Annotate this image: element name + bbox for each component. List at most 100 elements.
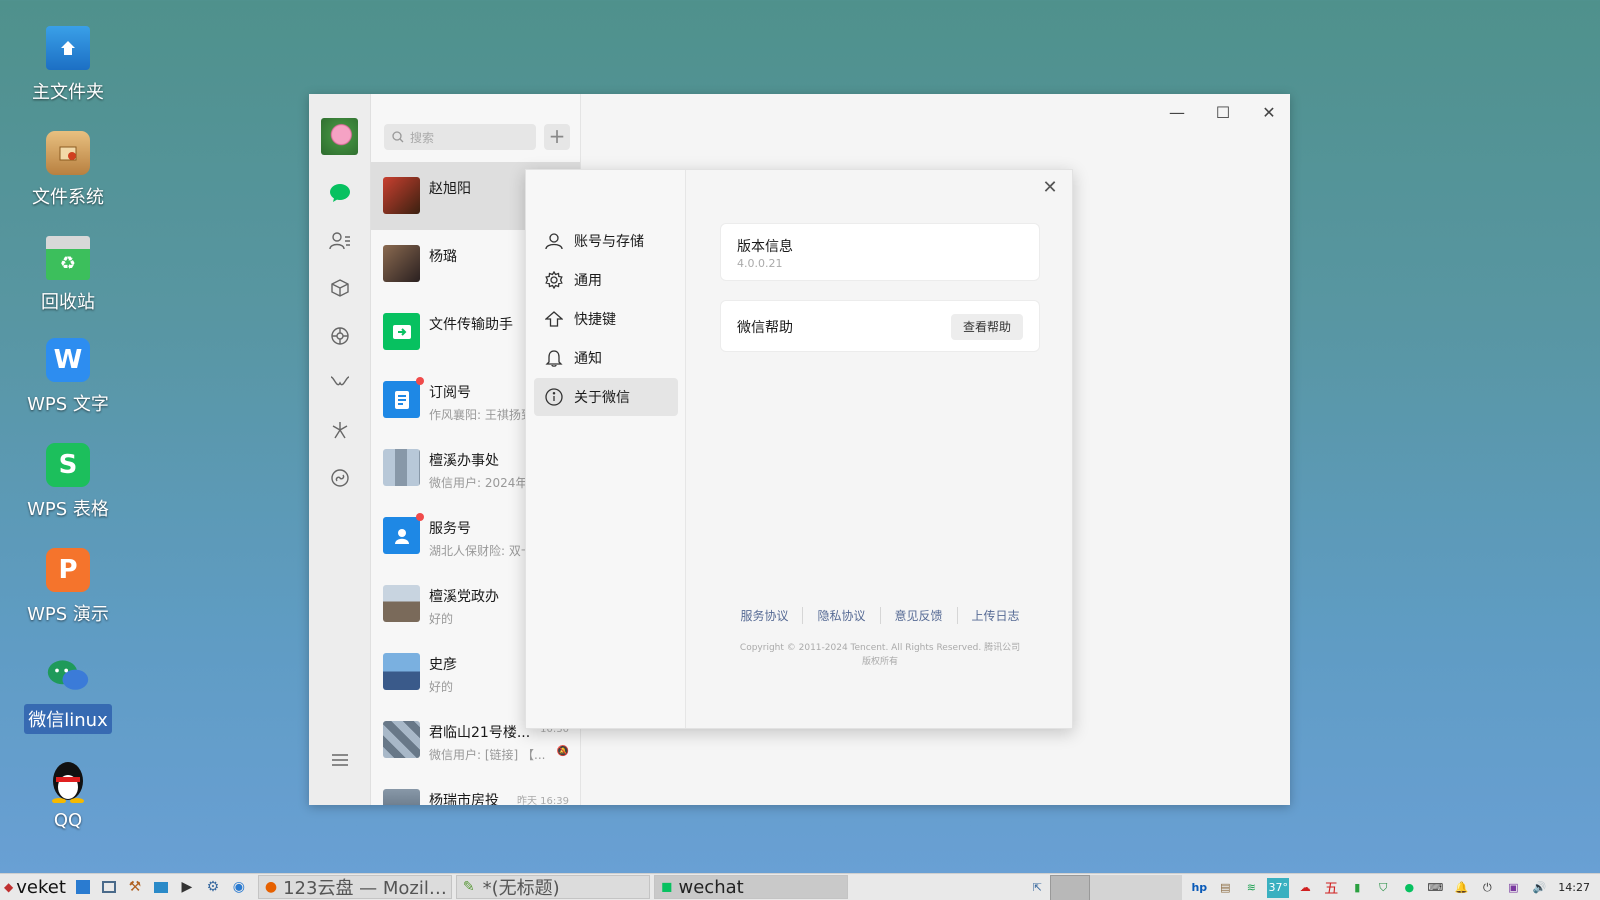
home-folder-icon xyxy=(46,26,90,70)
desktop-icon-wechat[interactable]: 微信linux xyxy=(18,654,118,734)
chat-preview: 作风襄阳: 王祺扬到 xyxy=(429,408,533,422)
view-help-button[interactable]: 查看帮助 xyxy=(951,314,1023,340)
screen-icon[interactable]: ▣ xyxy=(1503,878,1523,898)
keyboard-icon[interactable]: ⌨ xyxy=(1425,878,1445,898)
menu-item-notifications[interactable]: 通知 xyxy=(534,339,678,377)
service-agreement-link[interactable]: 服务协议 xyxy=(726,607,804,624)
workspace-1[interactable] xyxy=(1050,874,1091,900)
input-method-icon[interactable]: 五 xyxy=(1321,878,1341,898)
shield-icon[interactable]: ⛉ xyxy=(1373,878,1393,898)
menu-item-label: 通用 xyxy=(574,273,602,289)
media-icon[interactable]: ▶ xyxy=(178,878,196,896)
hp-icon[interactable]: hp xyxy=(1189,878,1209,898)
pager-icon[interactable]: ⇱ xyxy=(1027,878,1047,898)
clock[interactable]: 14:27 xyxy=(1558,881,1590,894)
menu-item-about[interactable]: 关于微信 xyxy=(534,378,678,416)
user-icon xyxy=(544,231,564,251)
desktop-icon-filesystem[interactable]: 文件系统 xyxy=(18,131,118,211)
folder-icon[interactable] xyxy=(152,878,170,896)
temperature-value: 37° xyxy=(1268,881,1289,894)
chat-name: 杨璐 xyxy=(429,249,457,265)
power-icon[interactable]: ⏻ xyxy=(1477,878,1497,898)
storage-icon[interactable]: ▮ xyxy=(1347,878,1367,898)
menu-item-label: 账号与存储 xyxy=(574,234,644,250)
maximize-button[interactable]: ☐ xyxy=(1208,102,1238,124)
add-button[interactable]: + xyxy=(544,124,570,150)
workspace-2[interactable] xyxy=(1090,874,1137,900)
firefox-icon: ● xyxy=(264,879,278,895)
screenshot-icon[interactable] xyxy=(100,878,118,896)
wps-spreadsheet-icon: S xyxy=(46,443,90,487)
search-placeholder: 搜索 xyxy=(410,130,435,145)
privacy-policy-link[interactable]: 隐私协议 xyxy=(803,607,881,624)
workspace-3[interactable] xyxy=(1136,874,1183,900)
footer-links: 服务协议 隐私协议 意见反馈 上传日志 xyxy=(720,607,1040,624)
dialog-close-button[interactable]: ✕ xyxy=(1038,176,1062,200)
desktop-icon-wps-spreadsheet[interactable]: S WPS 表格 xyxy=(18,443,118,523)
chat-name: 赵旭阳 xyxy=(429,181,471,197)
settings-icon[interactable]: ⚙ xyxy=(204,878,222,896)
task-label: *(无标题) xyxy=(482,878,560,899)
weather-icon[interactable]: ☁ xyxy=(1295,878,1315,898)
chat-name: 史彦 xyxy=(429,657,457,673)
clipboard-icon[interactable]: ▤ xyxy=(1215,878,1235,898)
volume-icon[interactable]: 🔊 xyxy=(1529,878,1549,898)
qq-icon xyxy=(46,758,90,803)
menu-item-label: 关于微信 xyxy=(574,390,630,406)
menu-item-general[interactable]: 通用 xyxy=(534,261,678,299)
menu-icon[interactable] xyxy=(328,748,352,772)
chat-list-item[interactable]: 杨瑞市房投 昨天 16:39 xyxy=(371,774,580,805)
search-input[interactable]: 搜索 xyxy=(384,124,536,150)
file-transfer-icon xyxy=(383,313,420,350)
desktop-icon-wps-presentation[interactable]: P WPS 演示 xyxy=(18,548,118,628)
user-avatar[interactable] xyxy=(321,118,358,155)
paint-icon[interactable]: ⚒ xyxy=(126,878,144,896)
desktop-icon-label: 文件系统 xyxy=(32,187,104,208)
menu-item-account-storage[interactable]: 账号与存储 xyxy=(534,222,678,260)
wechat-tray-icon[interactable]: ● xyxy=(1399,878,1419,898)
settings-content: ✕ 版本信息 4.0.0.21 微信帮助 查看帮助 服务协议 隐私协议 意见反馈… xyxy=(686,170,1072,728)
channels-icon[interactable] xyxy=(328,371,352,395)
chat-name: 服务号 xyxy=(429,521,471,537)
unread-dot xyxy=(416,513,424,521)
menu-item-shortcuts[interactable]: 快捷键 xyxy=(534,300,678,338)
close-button[interactable]: ✕ xyxy=(1254,102,1284,124)
editor-icon: ✎ xyxy=(462,879,475,895)
chat-avatar xyxy=(383,721,420,758)
moments-icon[interactable] xyxy=(328,324,352,348)
chat-icon[interactable] xyxy=(328,181,352,205)
task-editor[interactable]: ✎ *(无标题) xyxy=(455,875,650,899)
start-icon: ◆ xyxy=(4,880,14,894)
upload-log-link[interactable]: 上传日志 xyxy=(958,607,1034,624)
contacts-icon[interactable] xyxy=(328,229,352,253)
wifi-icon[interactable]: ≋ xyxy=(1241,878,1261,898)
taskbar: ◆ veket ⚒ ▶ ⚙ ◉ ● 123云盘 — Mozil… ✎ *(无标题… xyxy=(0,873,1600,900)
desktop-icon-label: WPS 文字 xyxy=(27,394,109,415)
desktop-icon-qq[interactable]: QQ xyxy=(18,758,118,833)
task-wechat[interactable]: ◼ wechat xyxy=(653,875,848,899)
discover-icon[interactable] xyxy=(328,418,352,442)
minimize-button[interactable]: — xyxy=(1162,102,1192,124)
browser-icon[interactable]: ◉ xyxy=(230,878,248,896)
collections-icon[interactable] xyxy=(328,276,352,300)
task-firefox[interactable]: ● 123云盘 — Mozil… xyxy=(257,875,452,899)
start-menu-button[interactable]: ◆ veket xyxy=(0,877,66,898)
wechat-icon xyxy=(46,654,90,698)
desktop-icon-trash[interactable]: ♻ 回收站 xyxy=(18,236,118,316)
bell-icon xyxy=(544,348,564,368)
show-desktop-icon[interactable] xyxy=(74,878,92,896)
mini-programs-icon[interactable] xyxy=(328,466,352,490)
wechat-task-icon: ◼ xyxy=(660,879,673,895)
chat-name: 檀溪办事处 xyxy=(429,453,499,469)
desktop-icon-home[interactable]: 主文件夹 xyxy=(18,26,118,106)
help-title: 微信帮助 xyxy=(737,320,793,336)
menu-item-label: 快捷键 xyxy=(574,312,616,328)
feedback-link[interactable]: 意见反馈 xyxy=(881,607,958,624)
desktop-icon-wps-writer[interactable]: W WPS 文字 xyxy=(18,338,118,418)
chat-avatar xyxy=(383,653,420,690)
notification-icon[interactable]: 🔔 xyxy=(1451,878,1471,898)
chat-time: 昨天 16:39 xyxy=(517,796,569,805)
desktop-icon-label: QQ xyxy=(53,810,83,831)
settings-dialog: 账号与存储 通用 快捷键 通知 关于微信 ✕ 版本信息 4.0.0.21 微信帮… xyxy=(525,169,1073,729)
shortcut-icon xyxy=(544,309,564,329)
